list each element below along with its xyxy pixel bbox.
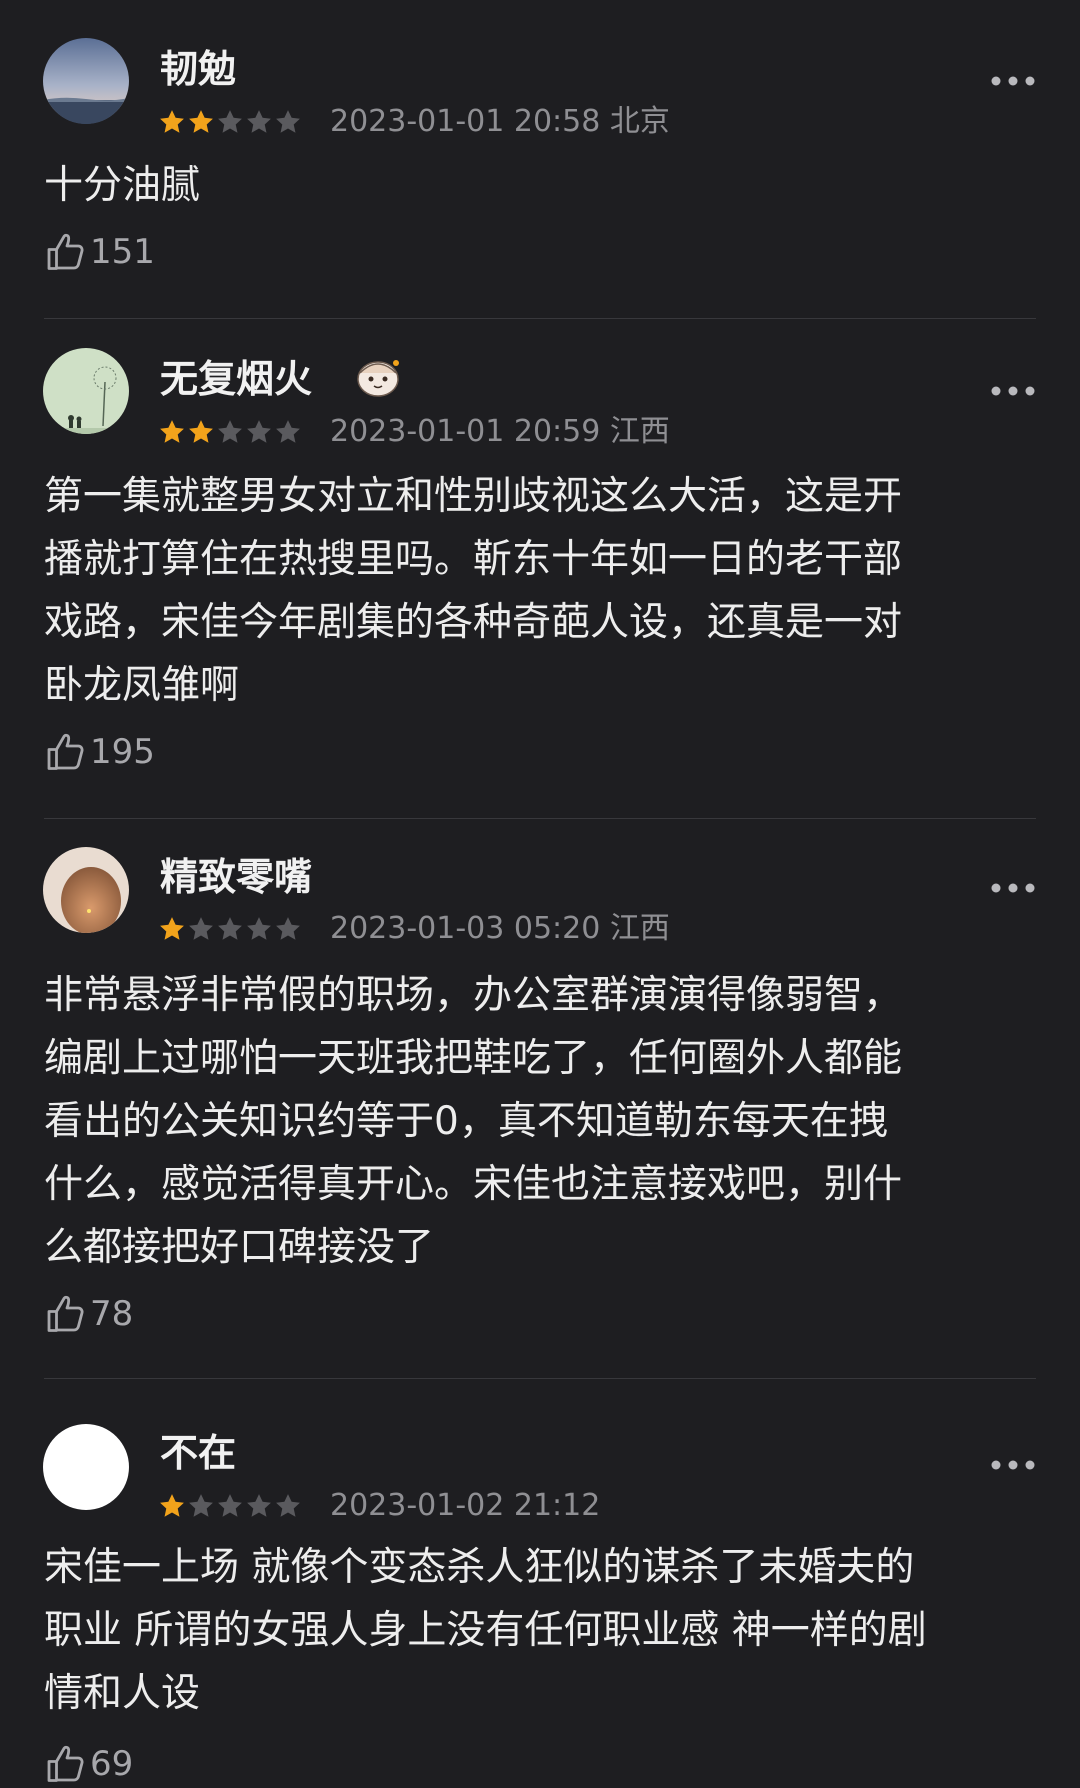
star-empty-icon [216,1492,244,1520]
avatar[interactable] [43,1424,129,1510]
more-dots-icon[interactable] [990,1459,1036,1471]
thumbs-up-icon [44,1742,88,1786]
star-empty-icon [245,1492,273,1520]
like-button[interactable]: 69 [44,1740,133,1788]
review-content: 宋佳一上场 就像个变态杀人狂似的谋杀了未婚夫的 职业 所谓的女强人身上没有任何职… [44,1545,927,1716]
star-empty-icon [187,1492,215,1520]
star-filled-icon [158,1492,186,1520]
review-feed: 韧勉 2023-01-01 20:58 北京 十分油腻 151 无复烟火 202… [0,0,1080,1788]
review-item: 不在 2023-01-02 21:12 宋佳一上场 就像个变态杀人狂似的谋杀了未… [0,0,1080,1788]
like-count: 69 [90,1744,134,1784]
username[interactable]: 不在 [160,1434,236,1472]
rating-stars [158,1491,303,1521]
star-empty-icon [274,1492,302,1520]
review-meta: 2023-01-02 21:12 [330,1488,601,1523]
